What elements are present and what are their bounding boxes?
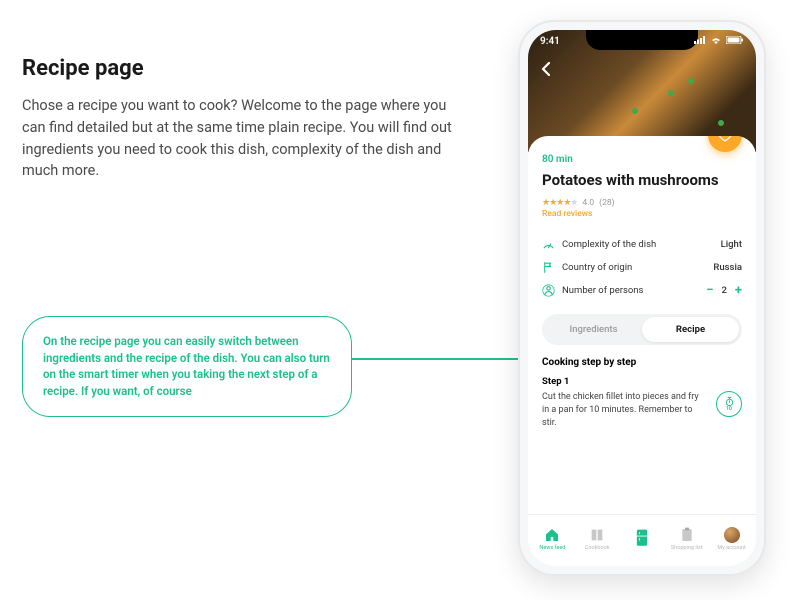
nav-my-account[interactable]: My account [711, 527, 753, 551]
status-bar: 9:41 [540, 36, 744, 47]
meta-complexity: Complexity of the dish Light [542, 233, 742, 256]
nav-add[interactable] [621, 530, 663, 548]
nav-label: My account [717, 545, 746, 551]
clipboard-icon [679, 527, 695, 543]
complexity-value: Light [721, 239, 742, 250]
gauge-icon [542, 238, 555, 251]
step-1-text: Cut the chicken fillet into pieces and f… [542, 391, 708, 430]
country-value: Russia [713, 262, 742, 273]
meta-country: Country of origin Russia [542, 256, 742, 279]
read-reviews-link[interactable]: Read reviews [542, 209, 742, 219]
page-description: Chose a recipe you want to cook? Welcome… [22, 95, 452, 182]
recipe-tabs: Ingredients Recipe [542, 314, 742, 345]
rating-row: ★★★★★ 4.0 (28) [542, 198, 742, 208]
rating-value: 4.0 [582, 198, 594, 208]
country-label: Country of origin [562, 262, 632, 273]
persons-value: 2 [722, 285, 727, 296]
avatar-icon [724, 527, 740, 543]
nav-label: Shopping list [671, 545, 703, 551]
battery-icon [726, 36, 744, 47]
star-icon: ★★★★★ [542, 198, 577, 208]
recipe-card: 80 min Potatoes with mushrooms ★★★★★ 4.0… [528, 136, 756, 514]
meta-persons: Number of persons − 2 + [542, 279, 742, 302]
step-1-label: Step 1 [542, 376, 742, 387]
fridge-icon [634, 530, 650, 546]
flag-icon [542, 261, 555, 274]
nav-cookbook[interactable]: Cookbook [576, 527, 618, 551]
decrease-button[interactable]: − [706, 284, 713, 297]
book-icon [589, 527, 605, 543]
steps-heading: Cooking step by step [542, 357, 742, 368]
status-time: 9:41 [540, 36, 560, 47]
person-icon [542, 284, 555, 297]
signal-icon [694, 36, 706, 47]
heart-icon [717, 136, 733, 143]
rating-count: (28) [599, 198, 614, 208]
favorite-button[interactable] [708, 136, 742, 152]
recipe-title: Potatoes with mushrooms [542, 171, 742, 190]
phone-screen: 9:41 8 [528, 30, 756, 566]
nav-label: News feed [539, 545, 565, 551]
complexity-label: Complexity of the dish [562, 239, 656, 250]
phone-frame: 9:41 8 [518, 20, 766, 576]
timer-button[interactable]: 10 [716, 391, 742, 417]
nav-shopping-list[interactable]: Shopping list [666, 527, 708, 551]
tab-ingredients[interactable]: Ingredients [545, 317, 642, 342]
page-title: Recipe page [22, 56, 452, 81]
nav-news-feed[interactable]: News feed [531, 527, 573, 551]
back-button[interactable] [538, 60, 556, 82]
callout-connector [352, 358, 526, 360]
persons-label: Number of persons [562, 285, 643, 296]
cook-time: 80 min [542, 154, 742, 165]
home-icon [544, 527, 560, 543]
wifi-icon [710, 36, 722, 47]
nav-label: Cookbook [585, 545, 610, 551]
increase-button[interactable]: + [735, 284, 742, 297]
persons-stepper: − 2 + [706, 284, 742, 297]
tab-recipe[interactable]: Recipe [642, 317, 739, 342]
callout-text: On the recipe page you can easily switch… [43, 333, 331, 400]
bottom-nav: News feed Cookbook Shopping list [528, 514, 756, 566]
timer-minutes: 10 [726, 407, 732, 412]
feature-callout: On the recipe page you can easily switch… [22, 316, 352, 417]
